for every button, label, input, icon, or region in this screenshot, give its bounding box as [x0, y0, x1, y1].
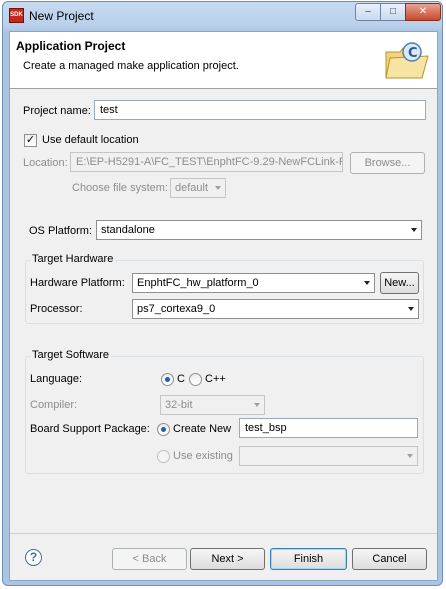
bsp-create-new-radio[interactable] — [157, 423, 170, 436]
use-default-location-label: Use default location — [42, 134, 139, 146]
page-description: Create a managed make application projec… — [23, 60, 239, 72]
target-hardware-title: Target Hardware — [30, 253, 116, 265]
location-label: Location: — [23, 157, 68, 169]
browse-button[interactable]: Browse... — [350, 152, 425, 174]
language-cpp-label: C++ — [205, 373, 226, 385]
title-bar[interactable]: SDK New Project – □ ✕ — [3, 2, 442, 29]
bsp-create-new-label: Create New — [173, 423, 232, 435]
minimize-button[interactable]: – — [355, 3, 381, 21]
language-cpp-radio[interactable] — [189, 373, 202, 386]
cancel-button[interactable]: Cancel — [352, 548, 427, 570]
next-button[interactable]: Next > — [190, 548, 265, 570]
processor-value: ps7_cortexa9_0 — [137, 303, 216, 315]
hardware-platform-label: Hardware Platform: — [30, 277, 125, 289]
project-name-label: Project name: — [23, 105, 91, 117]
language-label: Language: — [30, 373, 82, 385]
new-c-project-folder-icon: C — [385, 42, 429, 79]
chevron-down-icon — [408, 307, 414, 311]
new-project-window: SDK New Project – □ ✕ Application Projec… — [2, 1, 443, 586]
chevron-down-icon — [411, 228, 417, 232]
bsp-name-input[interactable]: test_bsp — [239, 418, 418, 438]
bsp-use-existing-radio[interactable] — [157, 450, 170, 463]
sdk-app-icon: SDK — [9, 8, 24, 23]
processor-label: Processor: — [30, 303, 83, 315]
new-hardware-platform-button[interactable]: New... — [380, 272, 419, 294]
finish-button[interactable]: Finish — [270, 548, 347, 570]
page-title: Application Project — [16, 39, 126, 53]
language-c-label: C — [177, 373, 185, 385]
wizard-header: Application Project Create a managed mak… — [10, 32, 437, 89]
bsp-use-existing-label: Use existing — [173, 450, 233, 462]
footer-separator — [10, 533, 437, 534]
compiler-select[interactable]: 32-bit — [160, 395, 265, 415]
dialog-content: Application Project Create a managed mak… — [9, 31, 438, 581]
target-software-title: Target Software — [30, 349, 112, 361]
back-button[interactable]: < Back — [112, 548, 187, 570]
chevron-down-icon — [254, 403, 260, 407]
project-name-input[interactable]: test — [94, 100, 426, 120]
compiler-label: Compiler: — [30, 399, 78, 411]
file-system-select[interactable]: default — [170, 178, 226, 198]
hardware-platform-value: EnphtFC_hw_platform_0 — [137, 277, 259, 289]
help-icon[interactable]: ? — [25, 549, 42, 566]
os-platform-label: OS Platform: — [29, 225, 92, 237]
location-input[interactable]: E:\EP-H5291-A\FC_TEST\EnphtFC-9.29-NewFC… — [70, 152, 343, 172]
file-system-value: default — [175, 182, 209, 194]
use-default-location-checkbox[interactable]: ✓ — [24, 134, 37, 147]
os-platform-value: standalone — [101, 224, 155, 236]
compiler-value: 32-bit — [165, 399, 193, 411]
chevron-down-icon — [407, 454, 413, 458]
language-c-radio[interactable] — [161, 373, 174, 386]
maximize-button[interactable]: □ — [380, 3, 406, 21]
close-button[interactable]: ✕ — [405, 3, 441, 21]
os-platform-select[interactable]: standalone — [96, 220, 422, 240]
svg-text:C: C — [408, 46, 418, 61]
window-title: New Project — [29, 9, 94, 23]
file-system-label: Choose file system: — [72, 182, 168, 194]
processor-select[interactable]: ps7_cortexa9_0 — [132, 299, 419, 319]
bsp-use-existing-select[interactable] — [239, 446, 418, 466]
hardware-platform-select[interactable]: EnphtFC_hw_platform_0 — [132, 273, 375, 293]
chevron-down-icon — [364, 281, 370, 285]
chevron-down-icon — [215, 186, 221, 190]
bsp-label: Board Support Package: — [30, 423, 150, 435]
